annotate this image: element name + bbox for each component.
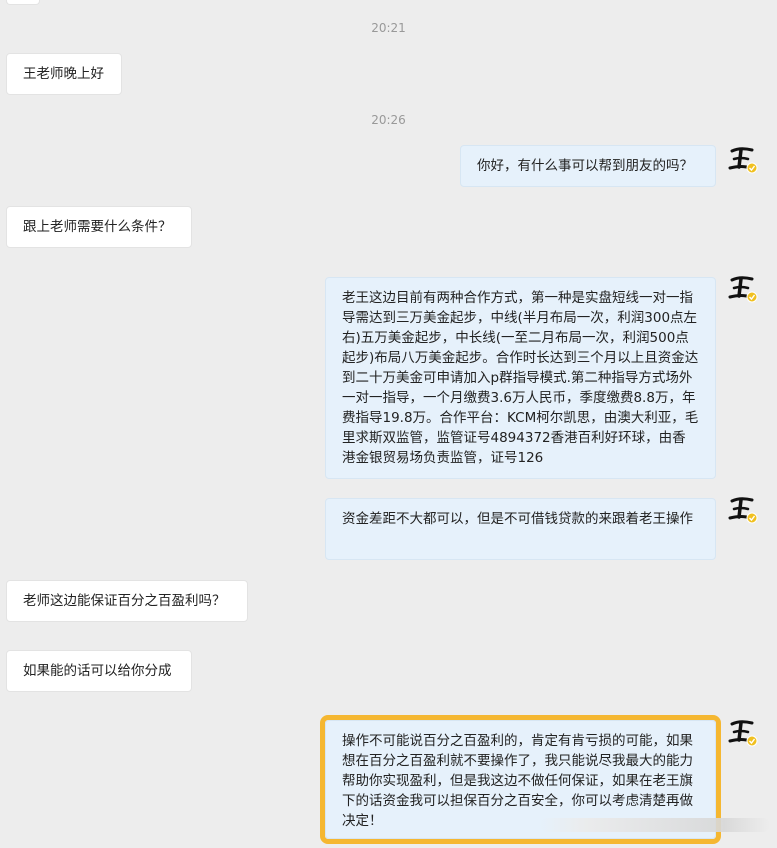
avatar-icon[interactable] bbox=[726, 716, 760, 750]
message-bubble-right[interactable]: 你好，有什么事可以帮到朋友的吗？ bbox=[460, 145, 716, 187]
message-bubble-right[interactable]: 老王这边目前有两种合作方式，第一种是实盘短线一对一指导需达到三万美金起步，中线(… bbox=[325, 277, 716, 479]
avatar-icon[interactable] bbox=[726, 272, 760, 306]
message-bubble-left[interactable]: 老师这边能保证百分之百盈利吗？ bbox=[6, 580, 248, 622]
message-bubble-left[interactable]: 王老师晚上好 bbox=[6, 53, 122, 95]
previous-message-stub bbox=[6, 0, 40, 5]
avatar-icon[interactable] bbox=[726, 493, 760, 527]
timestamp: 20:21 bbox=[371, 21, 406, 35]
blurred-watermark bbox=[540, 818, 770, 832]
timestamp: 20:26 bbox=[371, 113, 406, 127]
avatar-icon[interactable] bbox=[726, 143, 760, 177]
message-bubble-left[interactable]: 跟上老师需要什么条件？ bbox=[6, 206, 192, 248]
message-bubble-left[interactable]: 如果能的话可以给你分成 bbox=[6, 650, 192, 692]
message-bubble-right[interactable]: 资金差距不大都可以，但是不可借钱贷款的来跟着老王操作 bbox=[325, 498, 716, 560]
